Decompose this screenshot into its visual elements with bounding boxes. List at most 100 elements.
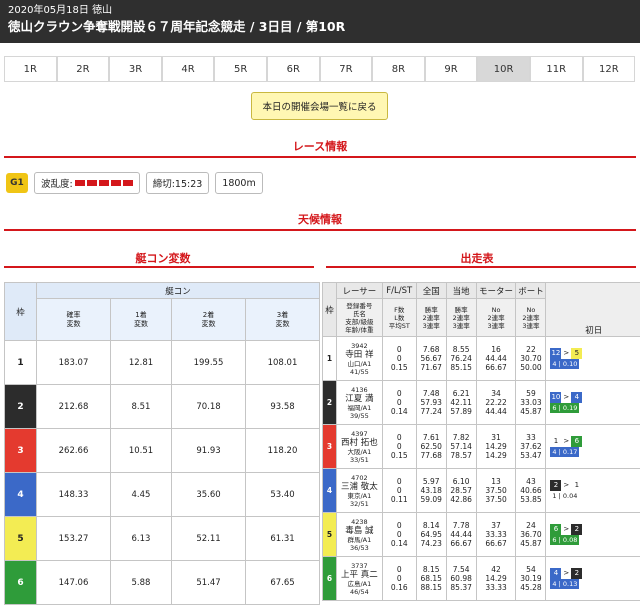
value-cell: 199.55 [170,340,246,385]
boat-cell: 59 33.03 45.87 [515,380,547,425]
tab-5R[interactable]: 5R [214,56,267,82]
value-cell: 6.13 [110,516,172,561]
boat-cell: 43 40.66 53.85 [515,468,547,513]
wave-meter [74,180,133,186]
motor-cell: 16 44.44 66.67 [475,336,517,381]
flst-cell: 0 0 0.14 [381,380,417,425]
divider [4,156,636,158]
value-cell: 147.06 [36,560,111,605]
tab-4R[interactable]: 4R [161,56,215,82]
col-flst: F/L/ST [381,282,417,299]
racer-cell: 4238 毒島 誠群馬/A1 36/53 [335,512,383,557]
toch-cell: 6.21 42.11 57.89 [445,380,477,425]
sub-tochi: 勝率 2連率 3連率 [445,298,477,337]
col-group: 艇コン [36,282,320,299]
sub-motor: No 2連率 3連率 [475,298,517,337]
table-row: 5 4238 毒島 誠群馬/A1 36/53 0 0 0.14 8.14 64.95 74.23 7… [322,512,640,557]
lane-cell: 1 [322,336,337,381]
motor-cell: 42 14.29 33.33 [475,556,517,601]
col-zenkoku: 全国 [415,282,447,299]
col-h2: 1着 変数 [110,298,172,341]
racer-name[interactable]: 上平 真二 [337,570,382,580]
entry-table: 枠 レーサー F/L/ST 全国 当地 モーター ボート 初日 登録番号 氏名 … [322,282,640,601]
lane-cell: 4 [4,472,37,517]
table-row: 1 183.07 12.81 199.55 108.01 [4,340,321,385]
col-h1: 確率 変数 [36,298,111,341]
lane-cell: 3 [322,424,337,469]
value-cell: 262.66 [36,428,111,473]
col-motor: モーター [475,282,517,299]
table-row: 3 262.66 10.51 91.93 118.20 [4,428,321,473]
boat-cell: 33 37.62 53.47 [515,424,547,469]
col-racer: レーサー [335,282,383,299]
race-info: G1 波乱度: 締切:15:23 1800m [6,172,263,194]
day1-cell: 12 >5 4 | 0.10 [545,336,640,381]
flst-cell: 0 0 0.15 [381,424,417,469]
flst-cell: 0 0 0.11 [381,468,417,513]
racer-name[interactable]: 西村 拓也 [337,438,382,448]
divider [4,266,314,268]
zen-cell: 8.15 68.15 88.15 [415,556,447,601]
value-cell: 35.60 [170,472,246,517]
racer-cell: 3942 寺田 祥山口/A1 41/55 [335,336,383,381]
racer-name[interactable]: 毒島 誠 [337,526,382,536]
racer-name[interactable]: 三浦 敬太 [337,482,382,492]
zen-cell: 8.14 64.95 74.23 [415,512,447,557]
divider [4,229,636,231]
boat-cell: 54 30.19 45.28 [515,556,547,601]
day1-cell: 10 >4 6 | 0.19 [545,380,640,425]
sub-flst: F数 L数 平均ST [381,298,417,337]
value-cell: 183.07 [36,340,111,385]
race-date: 2020年05月18日 徳山 [8,5,113,16]
tab-12R[interactable]: 12R [582,56,636,82]
sub-zenkoku: 勝率 2連率 3連率 [415,298,447,337]
boat-cell: 22 30.70 50.00 [515,336,547,381]
racer-name[interactable]: 寺田 祥 [337,350,382,360]
back-to-venues-button[interactable]: 本日の開催会場一覧に戻る [251,92,388,120]
motor-cell: 37 33.33 66.67 [475,512,517,557]
value-cell: 212.68 [36,384,111,429]
day1-cell: 1 >6 4 | 0.17 [545,424,640,469]
tab-6R[interactable]: 6R [266,56,320,82]
value-cell: 93.58 [244,384,321,429]
table-row: 2 4136 江夏 満福岡/A1 39/55 0 0 0.14 7.48 57.93 77.24 6… [322,380,640,425]
table-row: 1 3942 寺田 祥山口/A1 41/55 0 0 0.15 7.68 56.67 71.67 8… [322,336,640,381]
tab-9R[interactable]: 9R [424,56,478,82]
tab-1R[interactable]: 1R [4,56,57,82]
sub-racer: 登録番号 氏名 支部/級級 年齢/体重 [335,298,383,337]
lane-cell: 4 [322,468,337,513]
entry-title: 出走表 [460,252,494,265]
table-row: 4 148.33 4.45 35.60 53.40 [4,472,321,517]
col-h4: 3着 変数 [244,298,321,341]
table-row: 3 4397 西村 拓也 大阪/A1 33/51 0 0 0.15 7.61 62.50 77.68… [322,424,640,469]
toch-cell: 8.55 76.24 85.15 [445,336,477,381]
racer-cell: 4702 三浦 敬太 東京/A1 32/51 [335,468,383,513]
value-cell: 8.51 [110,384,172,429]
tab-2R[interactable]: 2R [56,56,110,82]
wave-label: 波乱度: [41,179,73,190]
value-cell: 108.01 [244,340,321,385]
value-cell: 61.31 [244,516,321,561]
racer-cell: 3737 上平 真二 広島/A1 46/54 [335,556,383,601]
zen-cell: 7.61 62.50 77.68 [415,424,447,469]
value-cell: 5.88 [110,560,172,605]
tab-8R[interactable]: 8R [372,56,425,82]
tab-10R[interactable]: 10R [477,56,530,82]
zen-cell: 7.68 56.67 71.67 [415,336,447,381]
value-cell: 4.45 [110,472,172,517]
racer-cell: 4136 江夏 満福岡/A1 39/55 [335,380,383,425]
wave-box: 波乱度: [34,172,140,194]
kyotei-table: 枠艇コン 確率 変数 1着 変数 2着 変数 3着 変数 1 183.07 12.81 19… [4,282,321,605]
racer-name[interactable]: 江夏 満 [337,394,382,404]
value-cell: 12.81 [110,340,172,385]
value-cell: 51.47 [170,560,246,605]
day1-cell: 6 >2 6 | 0.08 [545,512,640,557]
tab-11R[interactable]: 11R [529,56,583,82]
header: 2020年05月18日 徳山 徳山クラウン争奪戦開設６７周年記念競走 / 3日目… [0,0,640,43]
toch-cell: 7.82 57.14 78.57 [445,424,477,469]
motor-cell: 31 14.29 14.29 [475,424,517,469]
table-row: 6 3737 上平 真二 広島/A1 46/54 0 0 0.16 8.15 68.15 88.15… [322,556,640,601]
tab-7R[interactable]: 7R [319,56,373,82]
tab-3R[interactable]: 3R [109,56,162,82]
lane-cell: 3 [4,428,37,473]
